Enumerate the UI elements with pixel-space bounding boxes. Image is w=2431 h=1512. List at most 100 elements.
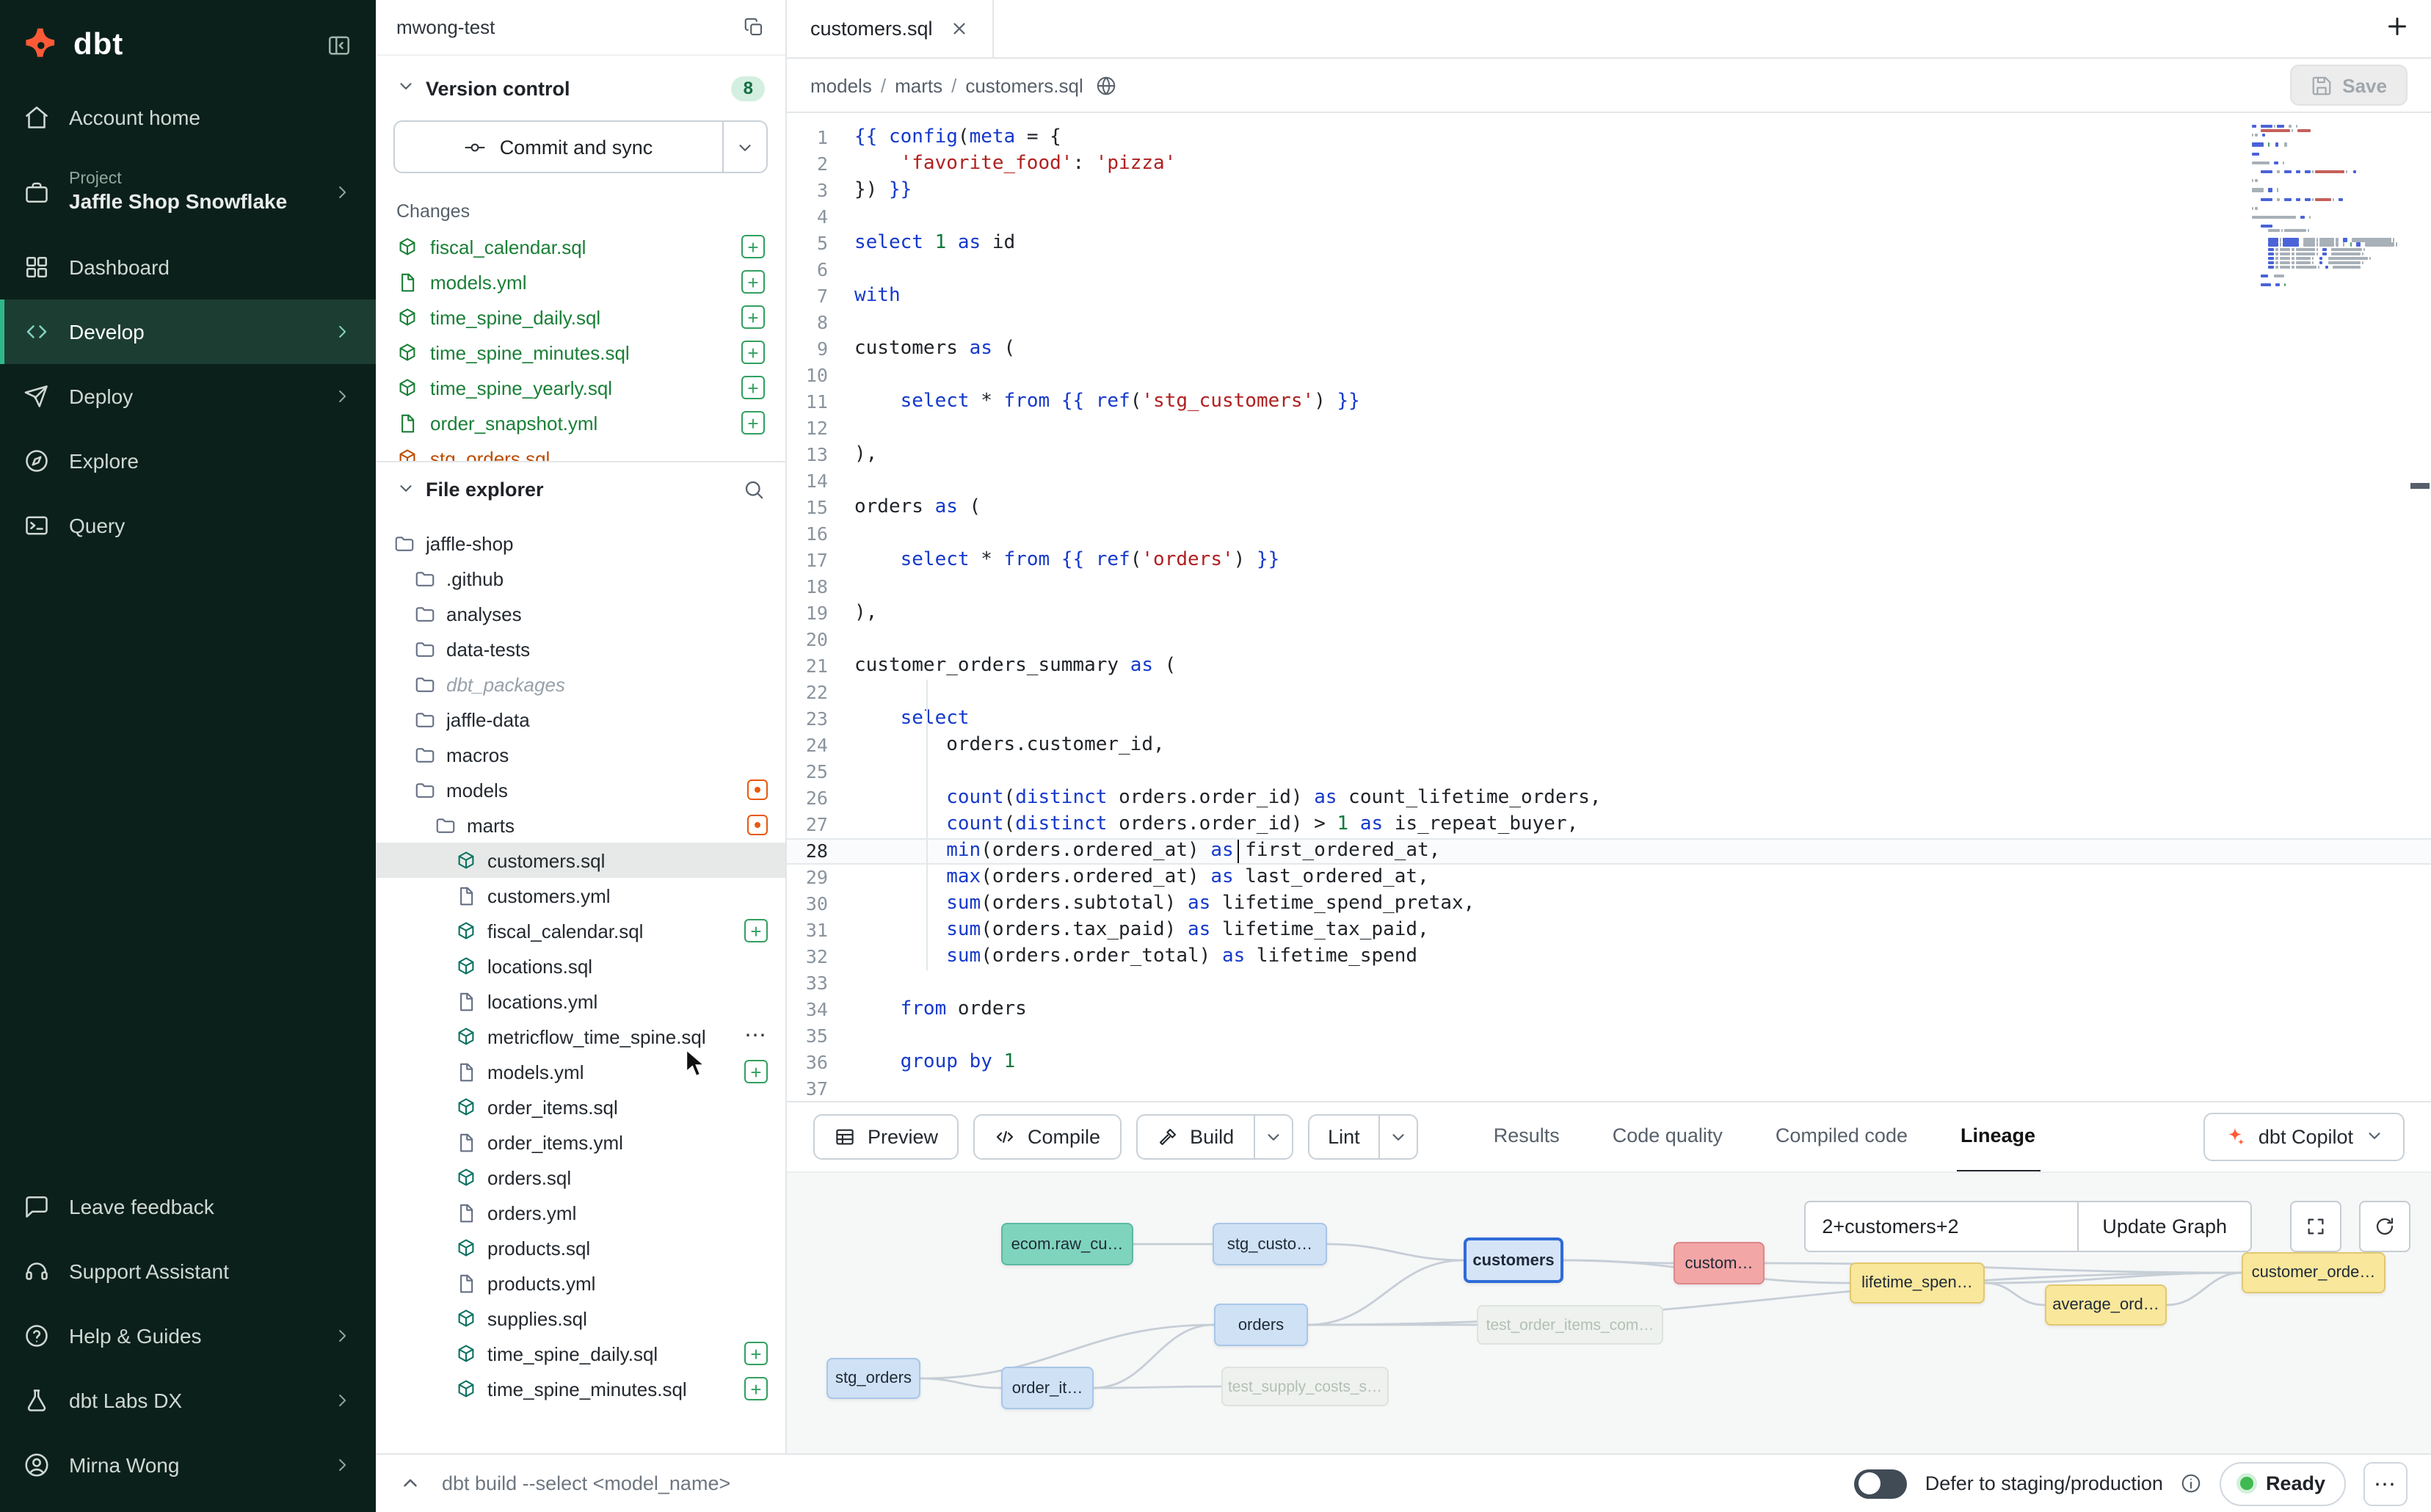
lineage-node-stg-orders[interactable]: stg_orders	[826, 1358, 920, 1399]
stage-file-button[interactable]: +	[741, 376, 765, 399]
sidebar-item-explore[interactable]: Explore	[0, 429, 376, 493]
close-tab-icon[interactable]	[951, 19, 970, 38]
dbt-logo[interactable]: dbt	[23, 26, 123, 65]
file-row-products-yml[interactable]: products.yml	[376, 1265, 785, 1301]
stage-file-button[interactable]: +	[744, 1377, 768, 1400]
file-row-orders-sql[interactable]: orders.sql	[376, 1160, 785, 1195]
lineage-node-test-order-items[interactable]: test_order_items_com…	[1477, 1305, 1663, 1345]
new-tab-button[interactable]	[2384, 13, 2410, 40]
refresh-button[interactable]	[2359, 1201, 2410, 1252]
change-row-fiscal-calendar-sql[interactable]: fiscal_calendar.sql+	[376, 229, 785, 264]
stage-file-button[interactable]: +	[744, 1342, 768, 1365]
lint-options-chevron[interactable]	[1379, 1114, 1419, 1160]
save-button[interactable]: Save	[2289, 65, 2408, 106]
tab-compiled-code[interactable]: Compiled code	[1771, 1102, 1912, 1172]
folder-row-data-tests[interactable]: data-tests	[376, 631, 785, 666]
version-control-header[interactable]: Version control 8	[376, 56, 785, 120]
change-row-time-spine-yearly-sql[interactable]: time_spine_yearly.sql+	[376, 370, 785, 405]
build-options-chevron[interactable]	[1253, 1114, 1293, 1160]
lineage-node-stg-customers[interactable]: stg_custo…	[1213, 1223, 1327, 1265]
folder-row-dbt-packages[interactable]: dbt_packages	[376, 666, 785, 702]
file-row-locations-yml[interactable]: locations.yml	[376, 984, 785, 1019]
lineage-node-average-order[interactable]: average_ord…	[2045, 1284, 2167, 1326]
expand-command-bar-icon[interactable]	[399, 1472, 421, 1494]
change-row-time-spine-daily-sql[interactable]: time_spine_daily.sql+	[376, 299, 785, 335]
change-row-time-spine-minutes-sql[interactable]: time_spine_minutes.sql+	[376, 335, 785, 370]
folder-row-jaffle-shop[interactable]: jaffle-shop	[376, 526, 785, 561]
file-row-locations-sql[interactable]: locations.sql	[376, 948, 785, 984]
sidebar-item-mirna-wong[interactable]: Mirna Wong	[0, 1433, 376, 1497]
copy-branch-icon[interactable]	[743, 16, 765, 38]
lineage-node-customers[interactable]: customers	[1464, 1237, 1563, 1283]
branch-name[interactable]: mwong-test	[396, 16, 495, 38]
breadcrumb-item-1[interactable]: marts	[895, 74, 942, 96]
lineage-node-ecom-raw-customers[interactable]: ecom.raw_cu…	[1001, 1223, 1133, 1265]
docs-globe-icon[interactable]	[1095, 74, 1117, 96]
fullscreen-button[interactable]	[2290, 1201, 2341, 1252]
change-row-order-snapshot-yml[interactable]: order_snapshot.yml+	[376, 405, 785, 440]
tab-code-quality[interactable]: Code quality	[1608, 1102, 1727, 1172]
lineage-node-order-items[interactable]: order_it…	[1001, 1367, 1094, 1409]
file-row-time-spine-minutes-sql[interactable]: time_spine_minutes.sql+	[376, 1371, 785, 1406]
file-row-fiscal-calendar-sql[interactable]: fiscal_calendar.sql+	[376, 913, 785, 948]
commit-and-sync-button[interactable]: Commit and sync	[393, 120, 768, 173]
folder-row-analyses[interactable]: analyses	[376, 596, 785, 631]
file-row-order-items-sql[interactable]: order_items.sql	[376, 1089, 785, 1124]
sidebar-item-project[interactable]: ProjectJaffle Shop Snowflake	[0, 150, 376, 235]
sidebar-item-develop[interactable]: Develop	[0, 299, 376, 364]
file-row-models-yml[interactable]: models.yml+	[376, 1054, 785, 1089]
sidebar-item-leave-feedback[interactable]: Leave feedback	[0, 1174, 376, 1239]
code-editor[interactable]: 1{{ config(meta = {2 'favorite_food': 'p…	[787, 113, 2431, 1101]
file-row-orders-yml[interactable]: orders.yml	[376, 1195, 785, 1230]
defer-toggle[interactable]	[1855, 1469, 1908, 1498]
preview-button[interactable]: Preview	[813, 1114, 959, 1160]
folder-row-github[interactable]: .github	[376, 561, 785, 596]
lineage-node-lifetime-spend[interactable]: lifetime_spen…	[1850, 1262, 1985, 1304]
scrollbar-thumb[interactable]	[2410, 483, 2430, 489]
change-row-stg-orders-sql[interactable]: stg_orders.sql	[376, 440, 785, 461]
tab-lineage[interactable]: Lineage	[1956, 1102, 2040, 1172]
build-button[interactable]: Build	[1135, 1114, 1253, 1160]
dbt-copilot-button[interactable]: dbt Copilot	[2204, 1113, 2405, 1161]
lineage-node-customers-error[interactable]: custom…	[1674, 1242, 1765, 1284]
compile-button[interactable]: Compile	[973, 1114, 1121, 1160]
more-options-button[interactable]: ⋯	[2363, 1461, 2408, 1505]
collapse-sidebar-icon[interactable]	[326, 32, 352, 59]
breadcrumb-item-0[interactable]: models	[810, 74, 872, 96]
lineage-selector-input[interactable]	[1804, 1201, 2077, 1252]
sidebar-item-help-guides[interactable]: Help & Guides	[0, 1304, 376, 1368]
sidebar-item-query[interactable]: Query	[0, 493, 376, 558]
lint-button[interactable]: Lint	[1307, 1114, 1379, 1160]
stage-file-button[interactable]: +	[741, 411, 765, 435]
sidebar-item-dashboard[interactable]: Dashboard	[0, 235, 376, 299]
lineage-node-test-supply-costs[interactable]: test_supply_costs_s…	[1221, 1367, 1389, 1406]
info-icon[interactable]	[2181, 1472, 2203, 1494]
stage-file-button[interactable]: +	[741, 305, 765, 329]
editor-tab-customers[interactable]: customers.sql	[787, 0, 995, 57]
file-row-order-items-yml[interactable]: order_items.yml	[376, 1124, 785, 1160]
sidebar-item-account-home[interactable]: Account home	[0, 85, 376, 150]
folder-row-models[interactable]: models	[376, 772, 785, 807]
stage-file-button[interactable]: +	[741, 341, 765, 364]
command-hint[interactable]: dbt build --select <model_name>	[442, 1472, 730, 1494]
breadcrumb-item-2[interactable]: customers.sql	[965, 74, 1083, 96]
search-files-icon[interactable]	[743, 479, 765, 501]
stage-file-button[interactable]: +	[744, 1060, 768, 1083]
file-row-supplies-sql[interactable]: supplies.sql	[376, 1301, 785, 1336]
commit-options-chevron[interactable]	[722, 122, 766, 172]
folder-row-marts[interactable]: marts	[376, 807, 785, 843]
lineage-node-orders[interactable]: orders	[1214, 1304, 1308, 1346]
update-graph-button[interactable]: Update Graph	[2077, 1201, 2252, 1252]
file-options-button[interactable]: ⋯	[744, 1029, 768, 1044]
change-row-models-yml[interactable]: models.yml+	[376, 264, 785, 299]
stage-file-button[interactable]: +	[741, 235, 765, 258]
folder-row-jaffle-data[interactable]: jaffle-data	[376, 702, 785, 737]
sidebar-item-deploy[interactable]: Deploy	[0, 364, 376, 429]
stage-file-button[interactable]: +	[744, 919, 768, 942]
file-row-customers-sql[interactable]: customers.sql	[376, 843, 785, 878]
tab-results[interactable]: Results	[1489, 1102, 1564, 1172]
file-row-time-spine-daily-sql[interactable]: time_spine_daily.sql+	[376, 1336, 785, 1371]
status-badge[interactable]: Ready	[2220, 1461, 2346, 1505]
sidebar-item-support-assistant[interactable]: Support Assistant	[0, 1239, 376, 1304]
file-row-customers-yml[interactable]: customers.yml	[376, 878, 785, 913]
